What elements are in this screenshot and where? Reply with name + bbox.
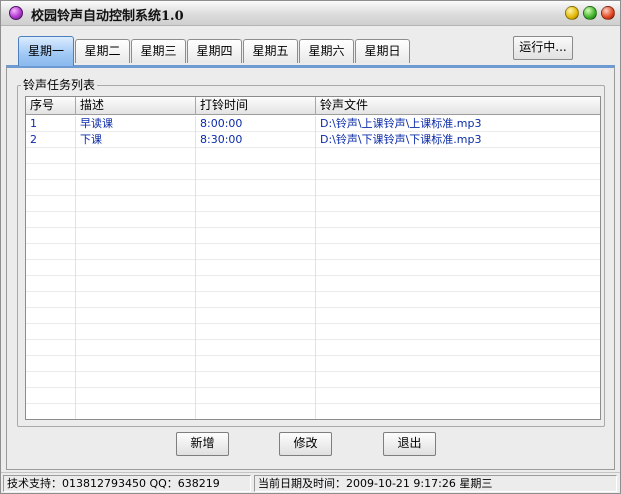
edit-button[interactable]: 修改 bbox=[279, 432, 332, 456]
column-header-description[interactable]: 描述 bbox=[76, 97, 196, 115]
window-title: 校园铃声自动控制系统1.0 bbox=[31, 9, 184, 24]
row-file: D:\铃声\下课铃声\下课标准.mp3 bbox=[320, 133, 482, 146]
add-button[interactable]: 新增 bbox=[176, 432, 229, 456]
tab-wednesday[interactable]: 星期三 bbox=[131, 39, 186, 63]
group-title: 铃声任务列表 bbox=[21, 78, 98, 92]
row-file: D:\铃声\上课铃声\上课标准.mp3 bbox=[320, 117, 482, 130]
maximize-icon[interactable] bbox=[583, 6, 597, 20]
tab-saturday[interactable]: 星期六 bbox=[299, 39, 354, 63]
app-icon bbox=[9, 6, 23, 20]
status-bar: 技术支持：013812793450 QQ：638219 当前日期及时间：2009… bbox=[1, 472, 620, 493]
running-button[interactable]: 运行中... bbox=[513, 36, 573, 60]
row-time: 8:00:00 bbox=[200, 117, 243, 130]
title-bar[interactable]: 校园铃声自动控制系统1.0 bbox=[1, 1, 620, 26]
tab-tuesday[interactable]: 星期二 bbox=[75, 39, 130, 63]
column-header-file[interactable]: 铃声文件 bbox=[316, 97, 600, 115]
column-divider bbox=[315, 116, 316, 419]
column-header-time[interactable]: 打铃时间 bbox=[196, 97, 316, 115]
row-description: 早读课 bbox=[80, 117, 113, 130]
column-header-index[interactable]: 序号 bbox=[26, 97, 76, 115]
support-info: 技术支持：013812793450 QQ：638219 bbox=[3, 475, 251, 492]
table-row[interactable]: 1 早读课 8:00:00 D:\铃声\上课铃声\上课标准.mp3 bbox=[26, 116, 600, 132]
row-index: 1 bbox=[30, 117, 37, 130]
close-icon[interactable] bbox=[601, 6, 615, 20]
row-description: 下课 bbox=[80, 133, 102, 146]
list-header: 序号 描述 打铃时间 铃声文件 bbox=[26, 97, 600, 115]
tab-thursday[interactable]: 星期四 bbox=[187, 39, 242, 63]
current-datetime: 当前日期及时间：2009-10-21 9:17:26 星期三 bbox=[254, 475, 617, 492]
tab-sunday[interactable]: 星期日 bbox=[355, 39, 410, 63]
tab-monday[interactable]: 星期一 bbox=[18, 36, 74, 66]
row-time: 8:30:00 bbox=[200, 133, 243, 146]
task-list-group: 铃声任务列表 序号 描述 打铃时间 铃声文件 1 早读课 8:00:00 D:\… bbox=[17, 78, 605, 427]
app-window: 校园铃声自动控制系统1.0 星期一 星期二 星期三 星期四 星期五 星期六 星期… bbox=[0, 0, 621, 494]
tab-friday[interactable]: 星期五 bbox=[243, 39, 298, 63]
tab-panel: 铃声任务列表 序号 描述 打铃时间 铃声文件 1 早读课 8:00:00 D:\… bbox=[6, 65, 615, 470]
list-body: 1 早读课 8:00:00 D:\铃声\上课铃声\上课标准.mp3 2 下课 8… bbox=[26, 116, 600, 419]
column-divider bbox=[195, 116, 196, 419]
column-divider bbox=[75, 116, 76, 419]
exit-button[interactable]: 退出 bbox=[383, 432, 436, 456]
weekday-tabs: 星期一 星期二 星期三 星期四 星期五 星期六 星期日 运行中... bbox=[1, 27, 620, 67]
table-row[interactable]: 2 下课 8:30:00 D:\铃声\下课铃声\下课标准.mp3 bbox=[26, 132, 600, 148]
minimize-icon[interactable] bbox=[565, 6, 579, 20]
row-index: 2 bbox=[30, 133, 37, 146]
task-list[interactable]: 序号 描述 打铃时间 铃声文件 1 早读课 8:00:00 D:\铃声\上课铃声… bbox=[25, 96, 601, 420]
